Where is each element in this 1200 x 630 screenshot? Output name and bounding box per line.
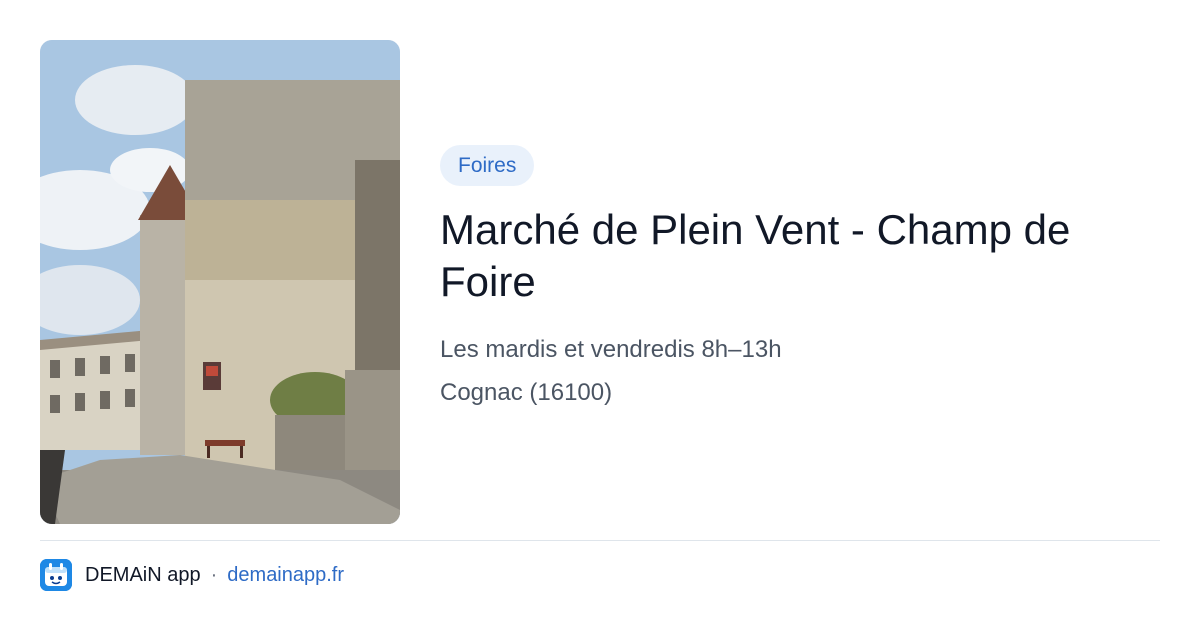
demain-app-icon	[40, 559, 72, 591]
footer-divider	[40, 540, 1160, 541]
event-title: Marché de Plein Vent - Champ de Foire	[440, 206, 1071, 305]
site-link[interactable]: demainapp.fr	[227, 564, 344, 587]
event-location: Cognac (16100)	[440, 379, 613, 406]
event-photo	[40, 40, 400, 524]
category-badge[interactable]: Foires	[440, 145, 535, 186]
footer: DEMAiN app · demainapp.fr	[40, 559, 344, 591]
footer-separator: ·	[210, 563, 218, 586]
app-brand-name: DEMAiN app	[85, 563, 201, 586]
event-schedule: Les mardis et vendredis 8h–13h	[440, 336, 782, 363]
